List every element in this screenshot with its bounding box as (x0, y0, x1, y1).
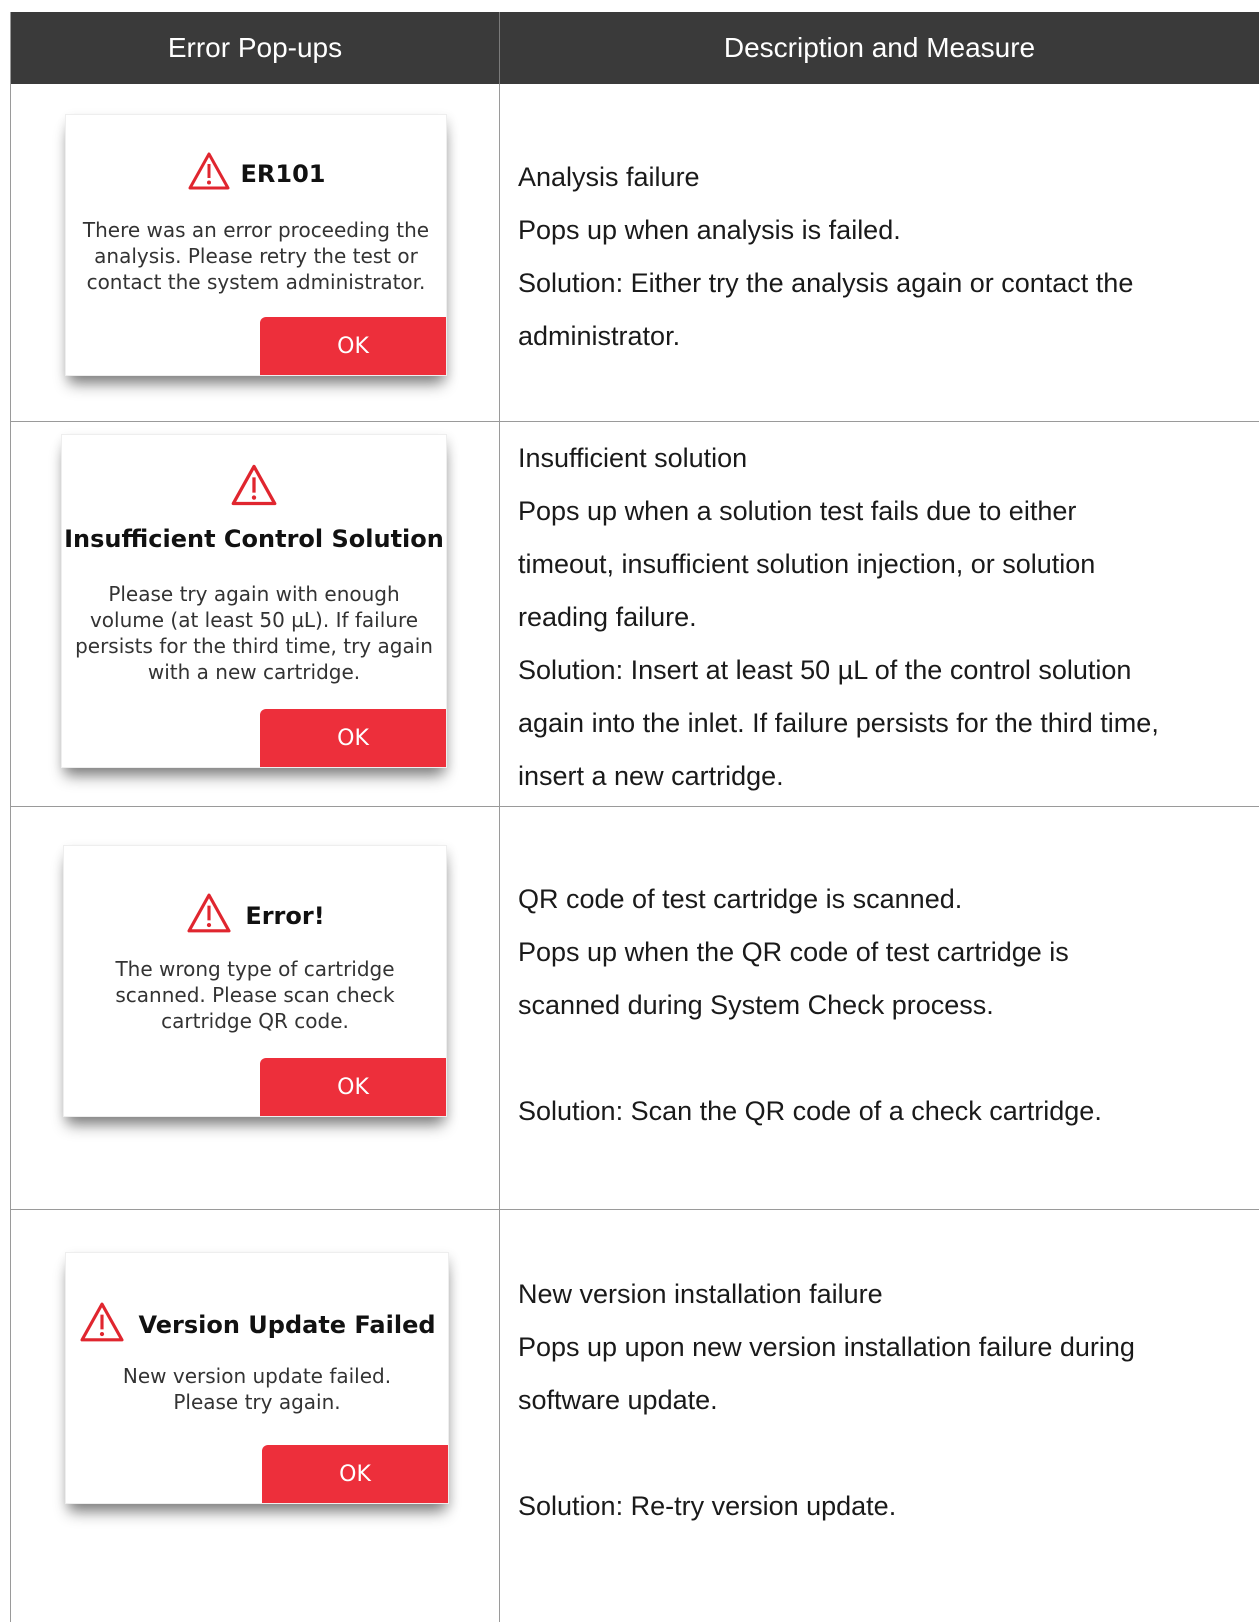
description-line: administrator. (518, 321, 681, 351)
ok-button[interactable]: OK (262, 1445, 448, 1503)
error-popup-version-update: Version Update Failed New version update… (65, 1252, 449, 1504)
description-text: New version installation failure Pops up… (518, 1268, 1247, 1533)
warning-icon (230, 463, 278, 513)
description-cell: Insufficient solution Pops up when a sol… (500, 422, 1259, 806)
description-line: Pops up when a solution test fails due t… (518, 496, 1077, 526)
description-spacer (518, 1032, 1247, 1085)
description-line: Solution: Either try the analysis again … (518, 268, 1134, 298)
popup-message: The wrong type of cartridge scanned. Ple… (74, 956, 436, 1034)
popup-message-line: cartridge QR code. (161, 1009, 349, 1033)
popup-message: New version update failed. Please try ag… (76, 1363, 438, 1415)
description-line: Pops up when analysis is failed. (518, 215, 901, 245)
description-line: again into the inlet. If failure persist… (518, 708, 1159, 738)
description-line: QR code of test cartridge is scanned. (518, 884, 963, 914)
popup-cell: Insufficient Control Solution Please try… (11, 422, 500, 806)
description-line: Pops up when the QR code of test cartrid… (518, 937, 1069, 967)
description-line: scanned during System Check process. (518, 990, 994, 1020)
error-table: Error Pop-ups Description and Measure ER… (10, 12, 1259, 1622)
popup-title: ER101 (240, 160, 326, 188)
description-line: Analysis failure (518, 162, 700, 192)
popup-message-line: The wrong type of cartridge (115, 957, 395, 981)
ok-button[interactable]: OK (260, 317, 446, 375)
popup-message-line: persists for the third time, try again (75, 634, 433, 658)
description-text: Analysis failure Pops up when analysis i… (518, 151, 1247, 363)
warning-icon (185, 892, 233, 940)
description-line: Insufficient solution (518, 443, 748, 473)
popup-message-line: There was an error proceeding the (82, 218, 430, 242)
popup-message-line: contact the system administrator. (86, 270, 426, 294)
description-line: software update. (518, 1385, 718, 1415)
popup-title: Insufficient Control Solution (64, 525, 444, 553)
error-popup-insufficient-solution: Insufficient Control Solution Please try… (61, 434, 447, 768)
description-line: timeout, insufficient solution injection… (518, 549, 1096, 579)
popup-cell: ER101 There was an error proceeding the … (11, 84, 500, 421)
popup-message-line: scanned. Please scan check (115, 983, 395, 1007)
ok-button[interactable]: OK (260, 1058, 446, 1116)
popup-cell: Version Update Failed New version update… (11, 1210, 500, 1622)
popup-message: There was an error proceeding the analys… (76, 217, 436, 295)
description-line: New version installation failure (518, 1279, 883, 1309)
popup-title: Version Update Failed (138, 1311, 436, 1339)
popup-message-line: volume (at least 50 µL). If failure (89, 608, 419, 632)
description-text: QR code of test cartridge is scanned. Po… (518, 873, 1247, 1138)
description-line: Solution: Insert at least 50 µL of the c… (518, 655, 1132, 685)
description-line: reading failure. (518, 602, 697, 632)
popup-title: Error! (245, 902, 325, 930)
description-spacer (518, 1427, 1247, 1480)
popup-message: Please try again with enough volume (at … (72, 581, 436, 685)
description-line: Solution: Re-try version update. (518, 1491, 897, 1521)
table-header: Error Pop-ups Description and Measure (11, 12, 1259, 84)
description-text: Insufficient solution Pops up when a sol… (518, 432, 1247, 803)
table-row: Insufficient Control Solution Please try… (11, 422, 1259, 807)
header-description: Description and Measure (723, 32, 1036, 63)
description-cell: QR code of test cartridge is scanned. Po… (500, 807, 1259, 1209)
description-cell: Analysis failure Pops up when analysis i… (500, 84, 1259, 421)
popup-message-line: Please try again with enough (108, 582, 400, 606)
description-cell: New version installation failure Pops up… (500, 1210, 1259, 1622)
error-popup-er101: ER101 There was an error proceeding the … (65, 114, 447, 376)
description-line: Pops up upon new version installation fa… (518, 1332, 1135, 1362)
header-error-popups: Error Pop-ups (11, 12, 500, 84)
popup-message-line: Please try again. (173, 1390, 341, 1414)
description-line: Solution: Scan the QR code of a check ca… (518, 1096, 1102, 1126)
popup-message-line: New version update failed. (122, 1364, 392, 1388)
description-line: insert a new cartridge. (518, 761, 784, 791)
warning-icon (187, 151, 231, 197)
popup-message-line: analysis. Please retry the test or (94, 244, 418, 268)
table-row: ER101 There was an error proceeding the … (11, 84, 1259, 422)
table-row: Version Update Failed New version update… (11, 1210, 1259, 1622)
error-popup-wrong-cartridge: Error! The wrong type of cartridge scann… (63, 845, 447, 1117)
popup-message-line: with a new cartridge. (147, 660, 361, 684)
ok-button[interactable]: OK (260, 709, 446, 767)
table-row: Error! The wrong type of cartridge scann… (11, 807, 1259, 1210)
popup-cell: Error! The wrong type of cartridge scann… (11, 807, 500, 1209)
warning-icon (78, 1301, 126, 1349)
